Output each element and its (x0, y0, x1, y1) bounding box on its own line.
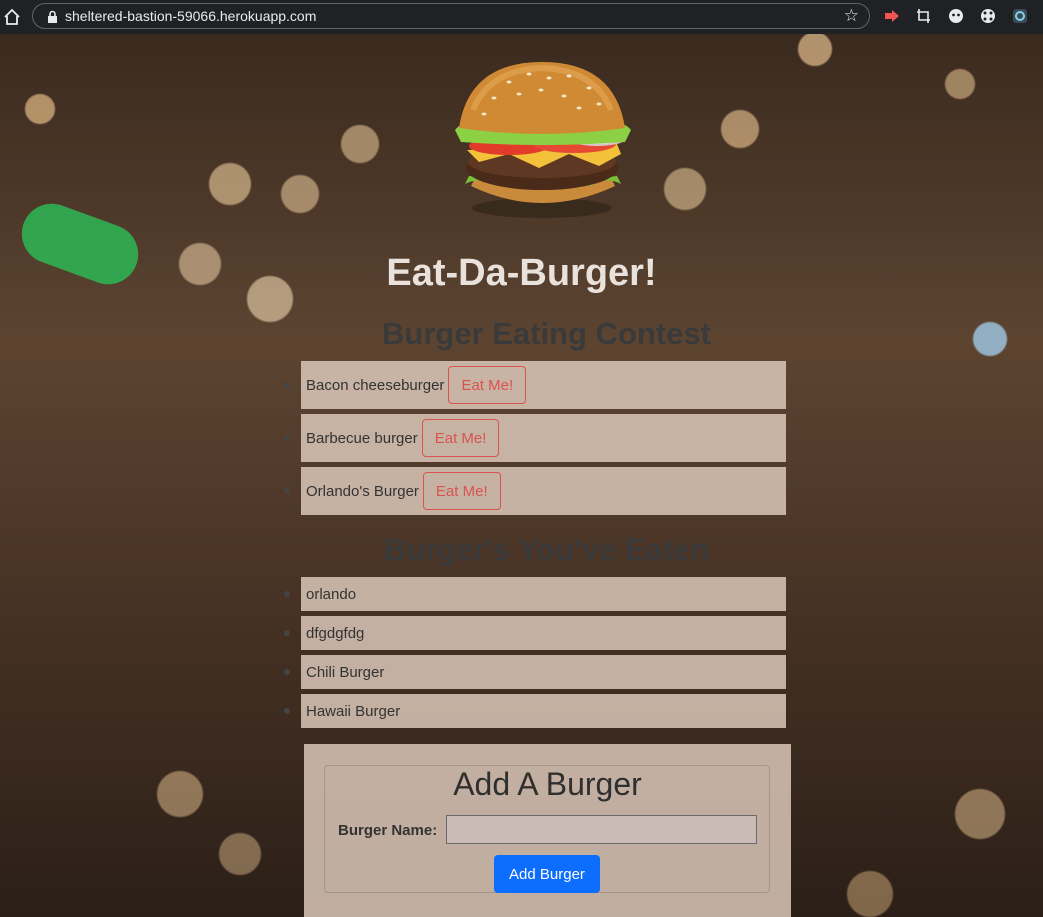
lock-icon (45, 8, 59, 24)
burger-name: Orlando's Burger (306, 482, 419, 500)
list-item: Chili Burger (284, 655, 786, 689)
browser-toolbar: sheltered-bastion-59066.herokuapp.com ☆ (0, 0, 1043, 34)
eat-me-button[interactable]: Eat Me! (422, 472, 501, 510)
extension-face-icon[interactable] (948, 8, 964, 24)
extension-arrow-icon[interactable] (884, 8, 900, 24)
eat-me-button[interactable]: Eat Me! (421, 419, 500, 457)
eaten-burger-name: dfgdgfdg (306, 624, 365, 642)
eaten-burger-name: orlando (306, 585, 357, 603)
eaten-heading: Burger's You've Eaten (383, 532, 710, 567)
screenshot-icon[interactable] (916, 8, 932, 24)
page-title: Eat-Da-Burger! (386, 252, 657, 294)
contest-heading: Burger Eating Contest (382, 316, 711, 351)
extension-camera-icon[interactable] (1012, 8, 1028, 24)
url-text: sheltered-bastion-59066.herokuapp.com (65, 8, 317, 24)
extension-dice-icon[interactable] (980, 8, 996, 24)
add-burger-panel: Add A Burger Burger Name: Add Burger (304, 744, 791, 917)
address-bar[interactable]: sheltered-bastion-59066.herokuapp.com ☆ (32, 3, 870, 29)
burger-name-input[interactable] (446, 815, 757, 844)
list-item: Barbecue burger Eat Me! (284, 414, 786, 462)
list-item: orlando (284, 577, 786, 611)
burger-image (455, 62, 631, 218)
add-burger-button[interactable]: Add Burger (494, 855, 600, 893)
page-background: Eat-Da-Burger! Burger Eating Contest Bac… (0, 34, 1043, 917)
bookmark-star-icon[interactable]: ☆ (844, 7, 859, 25)
burger-name: Bacon cheeseburger (306, 376, 445, 394)
list-item: Hawaii Burger (284, 694, 786, 728)
list-item: Orlando's Burger Eat Me! (284, 467, 786, 515)
burger-name: Barbecue burger (306, 429, 418, 447)
contest-list: Bacon cheeseburger Eat Me! Barbecue burg… (284, 361, 786, 520)
eaten-burger-name: Chili Burger (306, 663, 385, 681)
eat-me-button[interactable]: Eat Me! (448, 366, 527, 404)
eaten-burger-name: Hawaii Burger (306, 702, 401, 720)
list-item: Bacon cheeseburger Eat Me! (284, 361, 786, 409)
home-icon[interactable] (2, 7, 22, 27)
form-title: Add A Burger (453, 766, 642, 802)
burger-name-label: Burger Name: (338, 822, 438, 839)
list-item: dfgdgfdg (284, 616, 786, 650)
eaten-list: orlando dfgdgfdg Chili Burger Hawaii Bur… (284, 577, 786, 733)
